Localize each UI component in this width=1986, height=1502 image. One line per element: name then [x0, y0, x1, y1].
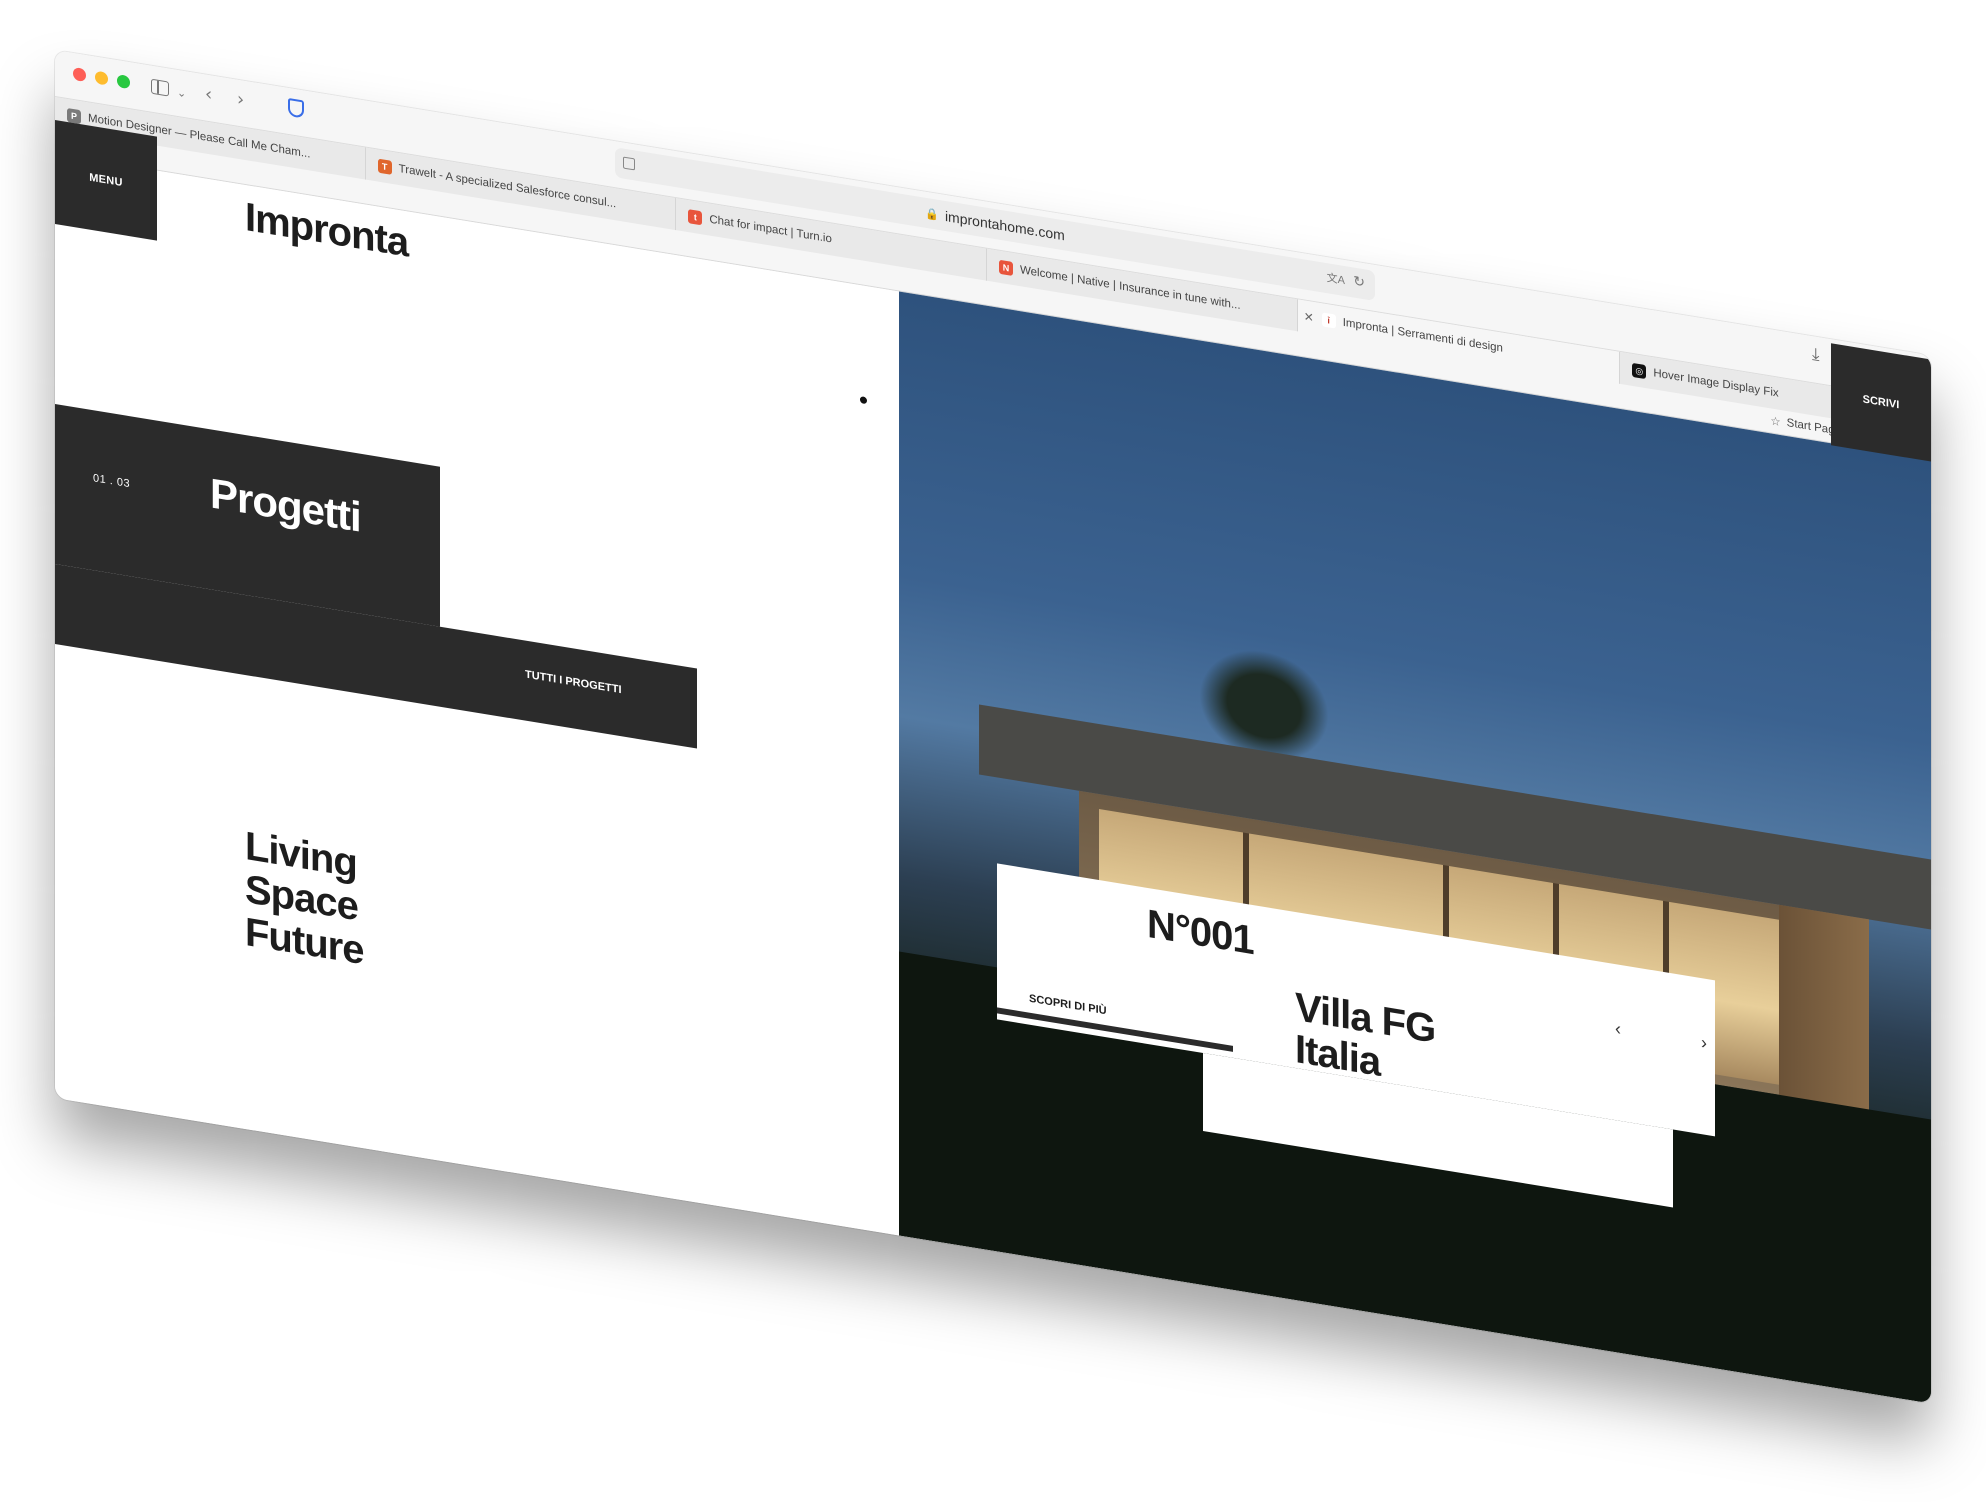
star-icon: ☆ [1770, 415, 1781, 430]
hero-image [899, 291, 1931, 1404]
shield-icon[interactable] [288, 97, 304, 119]
tab-favicon-icon: T [377, 158, 392, 175]
next-arrow-icon[interactable]: › [1701, 1032, 1707, 1054]
tab-favicon-icon: ỉ [1321, 312, 1336, 329]
window-controls [73, 66, 130, 90]
reload-icon[interactable]: ↻ [1353, 272, 1365, 291]
zoom-window-button[interactable] [117, 74, 130, 90]
tab-favicon-icon: ◎ [1632, 362, 1647, 380]
sidebar-toggle-icon[interactable] [151, 78, 169, 97]
cursor-dot [860, 396, 867, 405]
close-window-button[interactable] [73, 66, 86, 83]
tab-favicon-icon: t [688, 209, 703, 226]
url-text[interactable]: improntahome.com [945, 208, 1065, 244]
menu-button[interactable]: MENU [55, 120, 157, 241]
download-icon[interactable]: ⤓ [1812, 344, 1820, 365]
browser-window: ⌄ ‹ › 🔒 improntahome.com 文A ↻ ⤓ ⇪ + ❐ P [55, 50, 1931, 1404]
lock-icon: 🔒 [925, 207, 939, 222]
wood-wall [1779, 904, 1869, 1120]
translate-icon[interactable]: 文A [1327, 269, 1345, 288]
reader-icon[interactable] [623, 156, 635, 171]
forward-icon[interactable]: › [237, 89, 244, 111]
minimize-window-button[interactable] [95, 70, 108, 86]
slogan: Living Space Future [245, 824, 363, 973]
previous-arrow-icon[interactable]: ‹ [1615, 1018, 1621, 1040]
back-icon[interactable]: ‹ [205, 83, 212, 105]
close-tab-icon[interactable]: ✕ [1304, 309, 1314, 325]
stage: ⌄ ‹ › 🔒 improntahome.com 文A ↻ ⤓ ⇪ + ❐ P [0, 0, 1986, 1502]
write-button[interactable]: SCRIVI [1831, 343, 1931, 462]
chevron-down-icon[interactable]: ⌄ [177, 83, 186, 105]
tab-favicon-icon: N [999, 259, 1014, 277]
